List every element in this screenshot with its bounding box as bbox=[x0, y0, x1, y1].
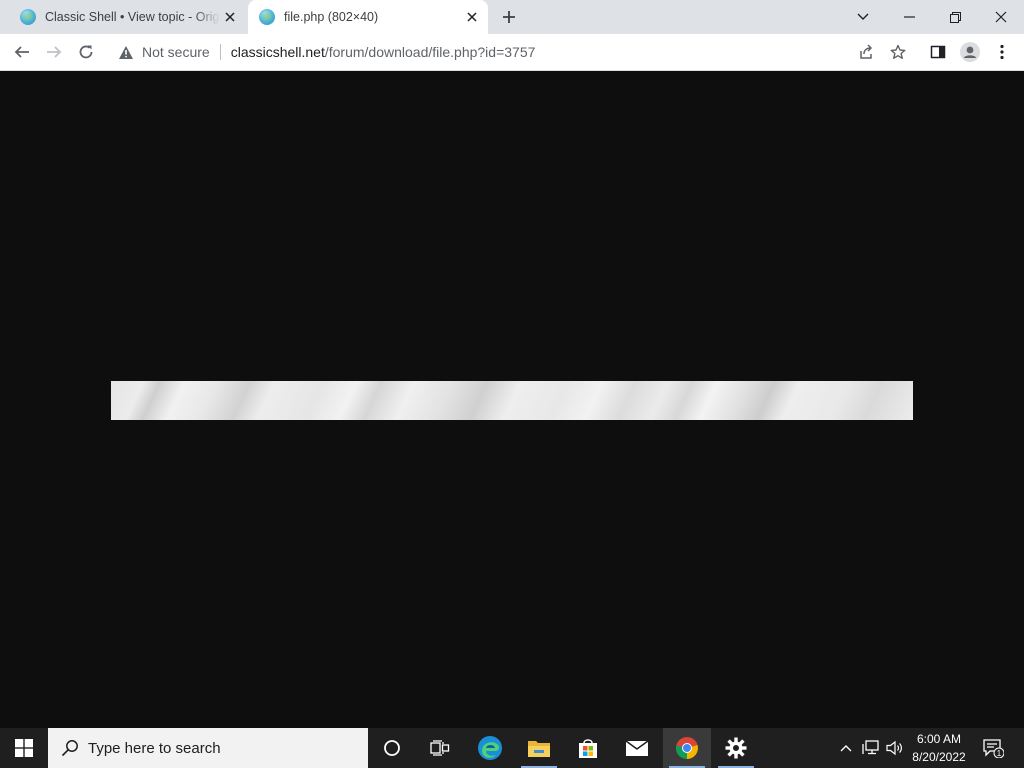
chrome-icon bbox=[675, 737, 698, 760]
url-path[interactable]: /forum/download/file.php?id=3757 bbox=[325, 44, 536, 60]
minimize-button[interactable] bbox=[886, 0, 932, 34]
minimize-icon bbox=[903, 16, 915, 18]
show-hidden-icons-button[interactable] bbox=[836, 728, 856, 768]
share-icon bbox=[860, 44, 873, 59]
tab-search-button[interactable] bbox=[840, 0, 886, 34]
notification-icon: 1 bbox=[983, 739, 1004, 758]
side-panel-icon bbox=[930, 45, 946, 59]
avatar-icon bbox=[960, 42, 980, 62]
windows-logo-icon bbox=[15, 739, 33, 757]
bookmark-button[interactable] bbox=[884, 38, 912, 66]
close-tab-icon[interactable] bbox=[462, 7, 482, 27]
tab-classic-shell-topic[interactable]: Classic Shell • View topic - Original Cl… bbox=[8, 0, 246, 34]
restore-button[interactable] bbox=[932, 0, 978, 34]
banner-image bbox=[111, 381, 913, 420]
side-panel-button[interactable] bbox=[924, 38, 952, 66]
settings-gear-icon bbox=[725, 737, 747, 759]
tab-title: Classic Shell • View topic - Original Cl… bbox=[45, 10, 220, 24]
reload-button[interactable] bbox=[72, 38, 100, 66]
notification-count: 1 bbox=[997, 749, 1002, 758]
tab-file-php[interactable]: file.php (802×40) bbox=[248, 0, 488, 34]
arrow-left-icon bbox=[14, 46, 29, 58]
mail-button[interactable] bbox=[613, 728, 661, 768]
file-explorer-icon bbox=[528, 741, 550, 757]
task-view-button[interactable] bbox=[416, 728, 464, 768]
chrome-button[interactable] bbox=[663, 728, 711, 768]
forward-button[interactable] bbox=[40, 38, 68, 66]
close-tab-icon[interactable] bbox=[220, 7, 240, 27]
classic-shell-favicon-icon bbox=[259, 9, 275, 25]
clock-date: 8/20/2022 bbox=[912, 750, 966, 764]
url-host[interactable]: classicshell.net bbox=[231, 44, 325, 60]
speaker-icon bbox=[886, 740, 902, 756]
network-button[interactable] bbox=[860, 728, 882, 768]
tab-strip: Classic Shell • View topic - Original Cl… bbox=[0, 0, 1024, 34]
taskbar-clock[interactable]: 6:00 AM 8/20/2022 bbox=[906, 730, 972, 766]
star-icon bbox=[890, 44, 906, 59]
classic-shell-favicon-icon bbox=[20, 9, 36, 25]
volume-button[interactable] bbox=[884, 728, 906, 768]
task-view-icon bbox=[430, 740, 450, 756]
edge-button[interactable] bbox=[466, 728, 514, 768]
cortana-button[interactable] bbox=[368, 728, 416, 768]
taskbar-search-box[interactable]: Type here to search bbox=[48, 728, 368, 768]
profile-button[interactable] bbox=[956, 38, 984, 66]
reload-icon bbox=[79, 45, 93, 59]
image-viewer bbox=[0, 71, 1024, 728]
microsoft-store-button[interactable] bbox=[564, 728, 612, 768]
windows-taskbar: Type here to search 6:00 AM 8/20/2022 1 bbox=[0, 728, 1024, 768]
file-explorer-button[interactable] bbox=[515, 728, 563, 768]
store-icon bbox=[579, 739, 597, 758]
menu-button[interactable] bbox=[988, 38, 1016, 66]
address-bar[interactable]: Not secure classicshell.net /forum/downl… bbox=[108, 37, 920, 67]
restore-icon bbox=[949, 11, 961, 23]
mail-icon bbox=[625, 740, 649, 756]
search-placeholder: Type here to search bbox=[88, 739, 221, 757]
close-window-button[interactable] bbox=[978, 0, 1024, 34]
back-button[interactable] bbox=[8, 38, 36, 66]
search-icon bbox=[60, 738, 80, 758]
close-icon bbox=[995, 11, 1007, 23]
tab-title: file.php (802×40) bbox=[284, 10, 379, 24]
settings-button[interactable] bbox=[712, 728, 760, 768]
browser-toolbar: Not secure classicshell.net /forum/downl… bbox=[0, 34, 1024, 71]
arrow-right-icon bbox=[47, 46, 62, 58]
edge-icon bbox=[478, 736, 502, 760]
security-status-label[interactable]: Not secure bbox=[142, 44, 210, 60]
plus-icon bbox=[503, 11, 515, 23]
action-center-button[interactable]: 1 bbox=[978, 728, 1008, 768]
network-icon bbox=[862, 740, 879, 755]
share-button[interactable] bbox=[852, 38, 880, 66]
new-tab-button[interactable] bbox=[496, 5, 522, 29]
chevron-down-icon bbox=[857, 13, 869, 20]
clock-time: 6:00 AM bbox=[916, 732, 962, 746]
omnibox-separator bbox=[219, 44, 221, 60]
cortana-icon bbox=[384, 740, 400, 756]
chevron-up-icon bbox=[840, 745, 852, 752]
start-button[interactable] bbox=[0, 728, 48, 768]
more-vertical-icon bbox=[1000, 44, 1004, 60]
warning-icon[interactable] bbox=[118, 44, 134, 60]
